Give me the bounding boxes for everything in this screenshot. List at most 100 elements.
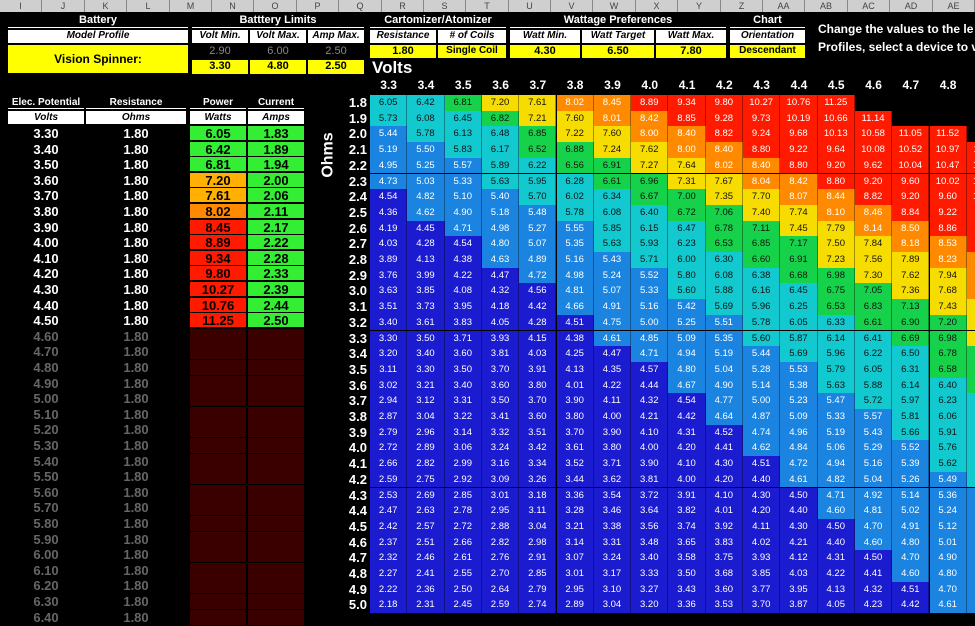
column-header-y[interactable]: Y: [678, 0, 721, 12]
column-header-m[interactable]: M: [170, 0, 212, 12]
column-header-q[interactable]: Q: [339, 0, 382, 12]
wattage-cell: 5.62: [929, 456, 967, 472]
wattage-cell: 7.23: [817, 252, 855, 268]
volt-column-4.3: 4.3: [753, 78, 770, 92]
volt-max-input[interactable]: 4.80: [250, 60, 306, 74]
column-header-p[interactable]: P: [297, 0, 339, 12]
column-header-w[interactable]: W: [593, 0, 636, 12]
column-header-ab[interactable]: AB: [805, 0, 848, 12]
wattage-cell: 4.80: [929, 566, 967, 582]
column-header-r[interactable]: R: [382, 0, 424, 12]
wattage-cell: 6.52: [519, 142, 557, 158]
column-header-x[interactable]: X: [636, 0, 678, 12]
wattage-cell: 8.00: [966, 283, 975, 300]
wattage-cell: 4.80: [966, 597, 975, 614]
column-header-n[interactable]: N: [212, 0, 254, 12]
wattage-cell: 2.59: [481, 597, 520, 614]
wattage-cell: 6.49: [966, 393, 975, 409]
column-header-i[interactable]: I: [0, 0, 42, 12]
wattage-cell: 4.47: [481, 267, 520, 284]
wattage-cell: 5.69: [705, 299, 743, 315]
wattage-cell: 5.89: [481, 157, 520, 174]
wattage-cell: 2.18: [370, 597, 408, 614]
column-header-ac[interactable]: AC: [848, 0, 890, 12]
wattage-cell: 4.98: [481, 220, 520, 237]
left-row-1-power: 6.42: [190, 141, 246, 157]
column-header-k[interactable]: K: [85, 0, 127, 12]
wattage-cell: [930, 110, 967, 127]
watt-max-input[interactable]: 7.80: [656, 45, 726, 58]
wattage-cell: 8.00: [668, 142, 706, 158]
ohm-row-2.8: 2.8: [348, 252, 367, 267]
wattage-cell: 3.04: [593, 597, 632, 614]
wattage-cell: 4.90: [444, 204, 482, 221]
left-row-5-current: 2.11: [248, 204, 304, 219]
left-row-6-col-1: 1.80: [123, 219, 149, 235]
volt-min-label: Volt Min.: [192, 30, 248, 43]
column-header-ad[interactable]: AD: [890, 0, 933, 12]
left-row-2-col-1: 1.80: [123, 157, 149, 173]
wattage-cell: 4.11: [743, 518, 781, 535]
left-row-4-current: 2.06: [248, 188, 304, 204]
column-header-ae[interactable]: AE: [933, 0, 975, 12]
amp-max-input[interactable]: 2.50: [308, 60, 364, 74]
column-header-s[interactable]: S: [424, 0, 466, 12]
wattage-cell: 5.96: [817, 346, 855, 362]
wattage-cell: 5.04: [705, 361, 743, 378]
wattage-cell: 4.13: [556, 361, 594, 378]
column-header-aa[interactable]: AA: [763, 0, 805, 12]
wattage-cell: 6.05: [780, 314, 818, 331]
wattage-cell: 4.57: [631, 361, 669, 378]
orientation-input[interactable]: Descendant: [730, 45, 805, 58]
column-header-t[interactable]: T: [466, 0, 509, 12]
resistance-input[interactable]: 1.80: [370, 45, 436, 58]
wattage-cell: 5.16: [854, 456, 893, 472]
wattage-cell: 5.63: [481, 173, 520, 190]
left-row-9-col-0: 4.20: [33, 266, 59, 282]
column-header-l[interactable]: L: [127, 0, 170, 12]
ohm-row-2.5: 2.5: [348, 204, 367, 220]
wattage-cell: 4.22: [817, 566, 855, 582]
volt-min-input[interactable]: 3.30: [192, 60, 248, 74]
wattage-cell: 5.87: [780, 330, 818, 347]
column-header-u[interactable]: U: [509, 0, 551, 12]
wattage-cell: 3.33: [631, 566, 669, 582]
column-header-j[interactable]: J: [42, 0, 85, 12]
wattage-cell: 4.81: [854, 503, 893, 519]
watt-target-input[interactable]: 6.50: [582, 45, 654, 58]
ohm-row-4.6: 4.6: [348, 534, 367, 550]
wattage-cell: 6.72: [668, 204, 706, 221]
wattage-cell: 3.12: [407, 393, 445, 409]
wattage-cell: 5.09: [780, 409, 818, 425]
watt-min-input[interactable]: 4.30: [510, 45, 580, 58]
left-row-19-power: [190, 422, 246, 438]
left-unit-3: Amps: [248, 111, 304, 124]
wattage-cell: 8.00: [631, 126, 669, 143]
left-row-7-col-1: 1.80: [123, 235, 149, 251]
ohms-axis-label: Ohms: [319, 132, 337, 178]
wattage-cell: 3.56: [631, 518, 669, 535]
wattage-cell: 3.76: [370, 267, 408, 284]
left-header-3: Current: [248, 96, 304, 109]
column-header-o[interactable]: O: [254, 0, 297, 12]
wattage-cell: 6.83: [854, 299, 893, 315]
coils-input[interactable]: Single Coil: [438, 45, 506, 58]
device-profile-select[interactable]: Vision Spinner:: [8, 45, 188, 73]
wattage-cell: 3.26: [519, 471, 557, 488]
left-row-15-col-1: 1.80: [123, 360, 149, 375]
wattage-cell: 5.33: [631, 283, 669, 300]
wattage-cell: 5.66: [892, 424, 930, 441]
wattage-cell: 4.42: [519, 299, 557, 315]
wattage-cell: 2.72: [444, 518, 482, 535]
wattage-cell: 2.92: [444, 471, 482, 488]
wattage-cell: 4.96: [780, 424, 818, 441]
wattage-cell: 2.95: [556, 581, 594, 598]
wattage-cell: 4.03: [780, 566, 818, 582]
column-header-v[interactable]: V: [551, 0, 593, 12]
wattage-cell: 3.16: [481, 456, 520, 472]
wattage-cell: 8.85: [668, 110, 706, 127]
wattage-cell: 6.53: [705, 236, 743, 252]
column-header-z[interactable]: Z: [721, 0, 763, 12]
wattage-cell: 4.80: [668, 361, 706, 378]
wattage-cell: 10.19: [780, 110, 818, 127]
